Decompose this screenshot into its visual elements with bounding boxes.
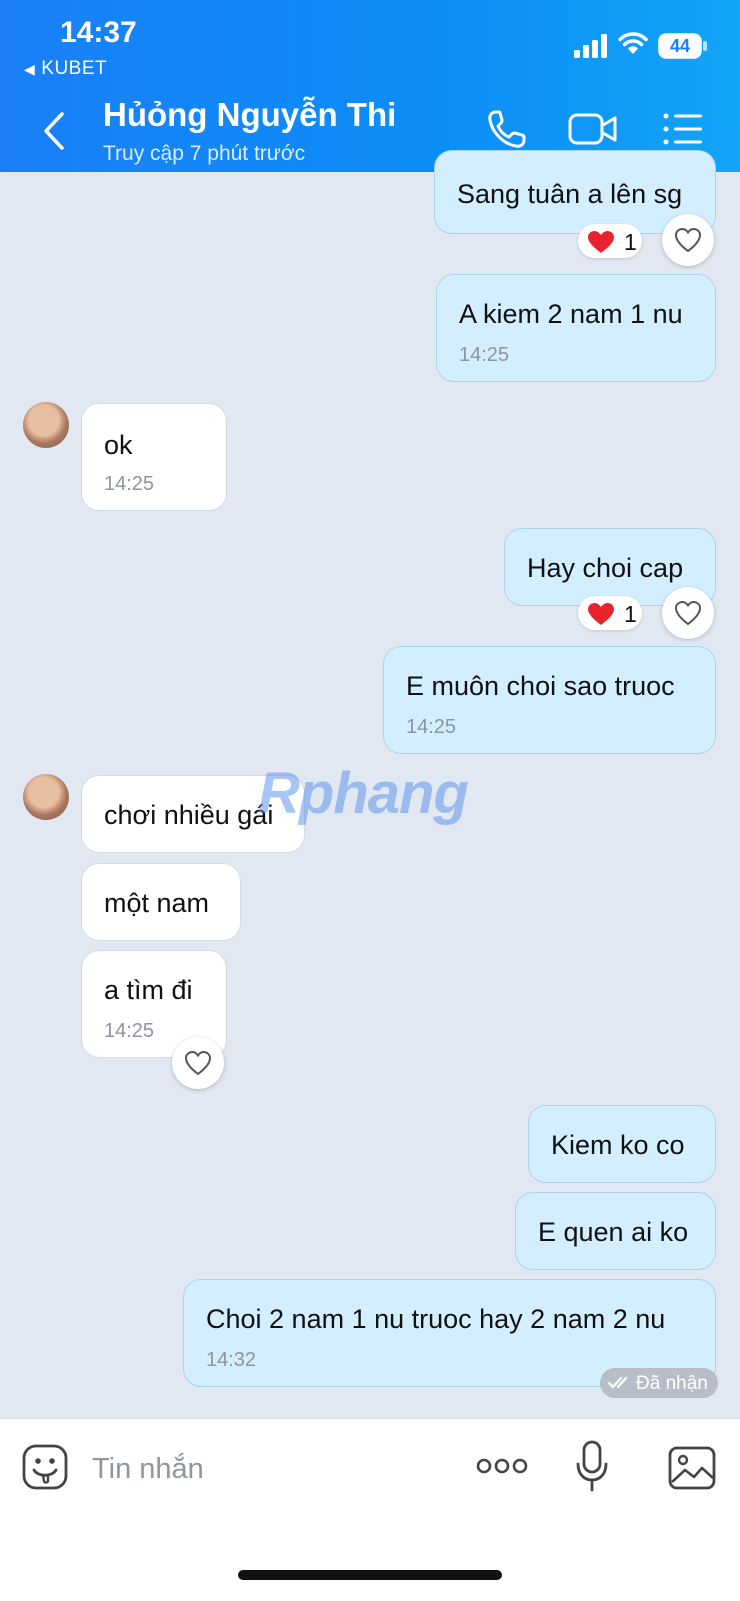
home-indicator[interactable] (238, 1570, 502, 1580)
more-icon[interactable] (476, 1454, 528, 1478)
message-text: E quen ai ko (538, 1217, 689, 1247)
cellular-signal-icon (574, 34, 607, 58)
reaction-badge[interactable]: 1 (578, 224, 642, 258)
message-text: Sang tuân a lên sg (457, 179, 683, 209)
heart-outline-icon (184, 1050, 212, 1076)
message-bubble-received[interactable]: ok 14:25 (81, 403, 227, 511)
reaction-badge[interactable]: 1 (578, 596, 642, 630)
heart-outline-icon (674, 227, 702, 253)
status-time: 14:37 (60, 16, 137, 49)
double-check-icon (608, 1376, 628, 1389)
chat-header: 14:37 ◀ KUBET 44 Hủỏng Nguyễn Thi Truy cậ… (0, 0, 740, 172)
battery-level: 44 (669, 36, 691, 56)
back-to-app-link[interactable]: ◀ KUBET (24, 58, 107, 80)
message-bubble-received[interactable]: một nam (81, 863, 241, 941)
message-bubble-sent[interactable]: E quen ai ko (515, 1192, 716, 1270)
phone-icon[interactable] (486, 108, 528, 150)
message-text: một nam (104, 888, 210, 918)
photo-icon[interactable] (668, 1446, 716, 1490)
message-bubble-sent[interactable]: A kiem 2 nam 1 nu 14:25 (436, 274, 716, 382)
message-time: 14:25 (104, 1020, 155, 1042)
heart-filled-icon (588, 231, 614, 253)
message-text: chơi nhiều gái (104, 800, 274, 830)
wifi-icon (618, 32, 648, 54)
contact-avatar[interactable] (23, 774, 69, 820)
watermark-logo: Rphang (258, 761, 469, 826)
microphone-icon[interactable] (576, 1440, 608, 1492)
contact-name[interactable]: Hủỏng Nguyễn Thi (103, 96, 396, 134)
like-button[interactable] (172, 1037, 224, 1089)
message-text: a tìm đi (104, 975, 193, 1005)
message-bubble-sent[interactable]: E muôn choi sao truoc 14:25 (383, 646, 716, 754)
back-chevron-icon[interactable] (38, 108, 74, 154)
message-time: 14:25 (406, 716, 457, 738)
message-time: 14:25 (459, 344, 510, 366)
video-call-icon[interactable] (568, 108, 618, 150)
contact-avatar[interactable] (23, 402, 69, 448)
message-text: E muôn choi sao truoc (406, 671, 675, 701)
message-text: Hay choi cap (527, 553, 684, 583)
reaction-count: 1 (624, 229, 637, 255)
delivery-status-text: Đã nhận (636, 1373, 708, 1394)
message-text: A kiem 2 nam 1 nu (459, 299, 683, 329)
like-button[interactable] (662, 214, 714, 266)
back-app-label: KUBET (41, 58, 108, 79)
message-text: Kiem ko co (551, 1130, 685, 1160)
like-button[interactable] (662, 587, 714, 639)
list-menu-icon[interactable] (662, 108, 704, 150)
heart-filled-icon (588, 603, 614, 625)
message-time: 14:25 (104, 473, 155, 495)
emoji-icon[interactable] (22, 1444, 68, 1490)
back-triangle-icon: ◀ (24, 61, 36, 77)
reaction-count: 1 (624, 601, 637, 627)
message-text: Choi 2 nam 1 nu truoc hay 2 nam 2 nu (206, 1304, 666, 1334)
battery-icon: 44 (658, 33, 708, 59)
message-text: ok (104, 430, 133, 460)
message-bubble-sent[interactable]: Kiem ko co (528, 1105, 716, 1183)
message-time: 14:32 (206, 1349, 257, 1371)
message-input[interactable] (90, 1448, 454, 1490)
heart-outline-icon (674, 600, 702, 626)
last-seen-status: Truy cập 7 phút trước (103, 142, 306, 165)
delivery-status-badge: Đã nhận (600, 1368, 718, 1398)
